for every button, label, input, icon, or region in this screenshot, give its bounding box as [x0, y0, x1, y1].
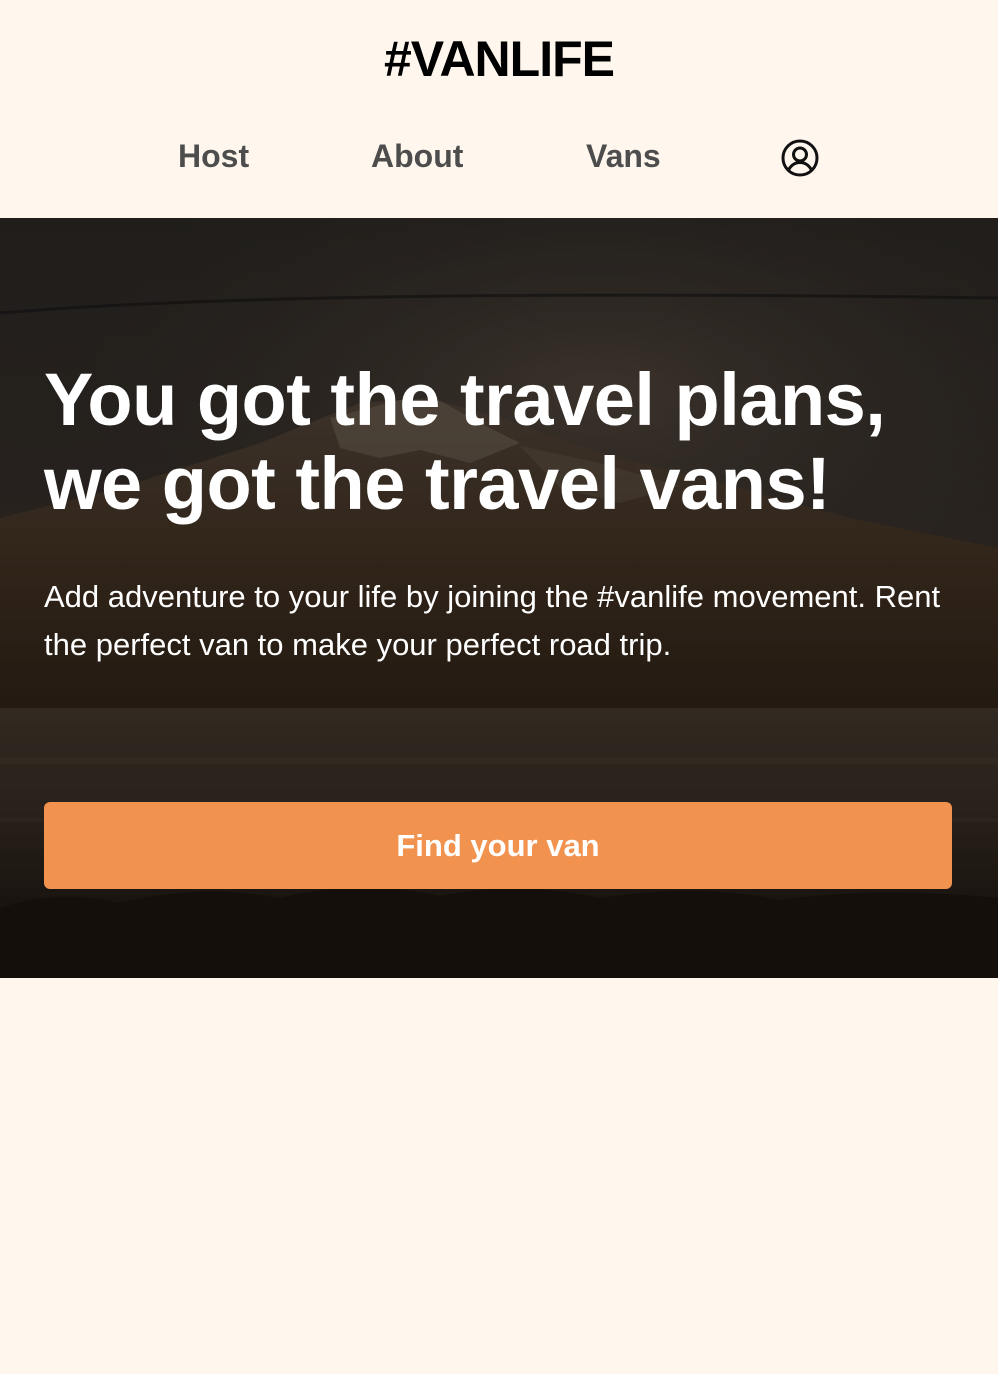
page-empty-area: [0, 978, 998, 1374]
main-nav: Host About Vans: [0, 132, 998, 184]
user-circle-icon: [781, 139, 819, 177]
hero-title-line-2: we got the travel vans!: [44, 442, 831, 525]
nav-link-host[interactable]: Host: [178, 138, 249, 175]
find-your-van-button[interactable]: Find your van: [44, 802, 952, 889]
hero-title-line-1: You got the travel plans,: [44, 358, 886, 441]
site-logo[interactable]: #VANLIFE: [0, 30, 998, 88]
nav-link-about[interactable]: About: [371, 138, 463, 175]
hero-title: You got the travel plans, we got the tra…: [44, 358, 964, 526]
hero-description: Add adventure to your life by joining th…: [44, 579, 941, 662]
login-link[interactable]: [779, 137, 821, 179]
site-header: #VANLIFE Host About Vans: [0, 0, 998, 218]
hero-section: You got the travel plans, we got the tra…: [0, 218, 998, 978]
nav-link-vans[interactable]: Vans: [586, 138, 661, 175]
